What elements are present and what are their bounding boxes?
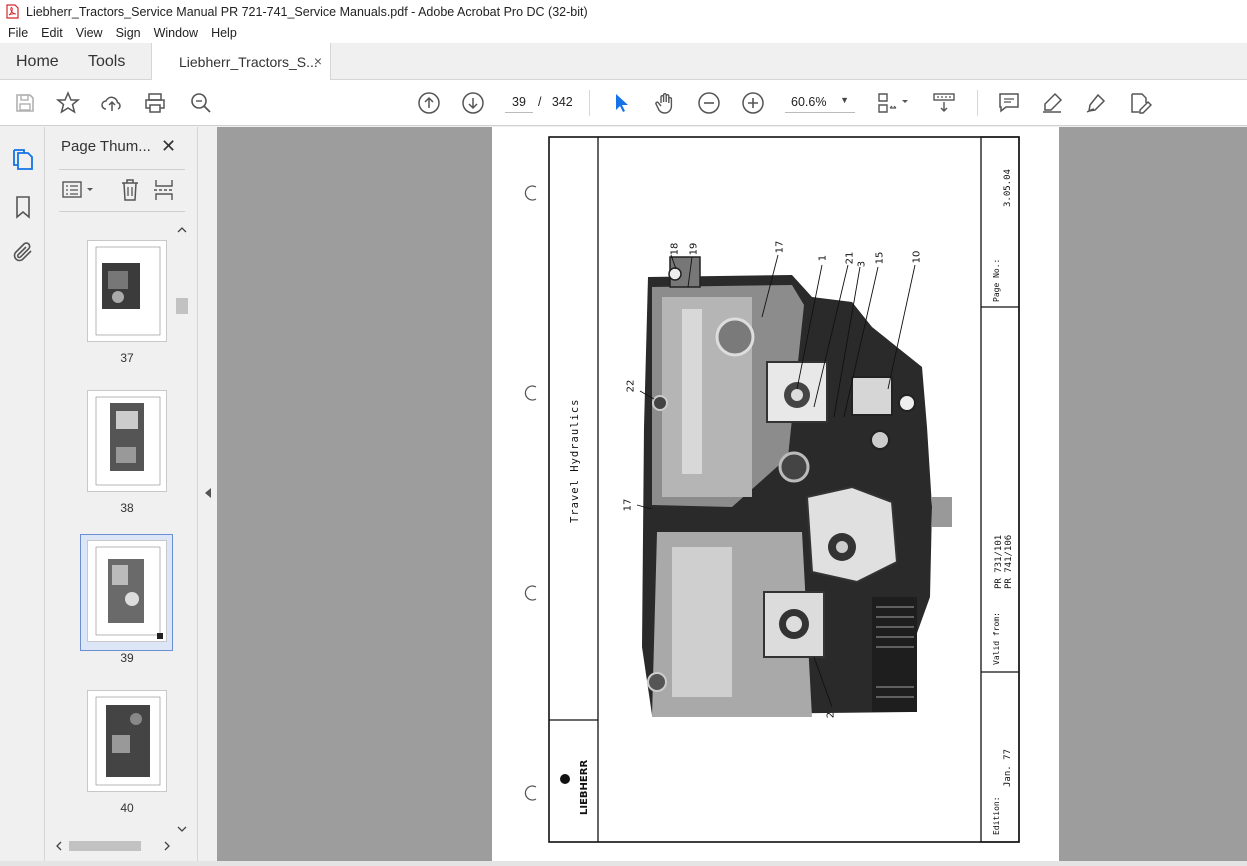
sign-pen-icon[interactable]: [1084, 91, 1108, 115]
next-page-icon[interactable]: [461, 91, 485, 115]
zoom-level-select[interactable]: 60.6% ▼: [785, 91, 855, 113]
chevron-down-icon: ▼: [840, 95, 849, 105]
model-line-1: PR 731/101: [994, 535, 1004, 589]
section-title: Travel Hydraulics: [569, 399, 581, 523]
manual-page-drawing: 18 19 17 1 21 3 15 10 22 17 2 Travel Hyd…: [524, 136, 1020, 843]
delete-trash-icon[interactable]: [119, 178, 141, 202]
callout-label: 19: [689, 243, 700, 256]
main-toolbar: 39 / 342 60.6% ▼: [0, 80, 1247, 126]
tab-tools[interactable]: Tools: [88, 53, 125, 71]
title-bar: Liebherr_Tractors_Service Manual PR 721-…: [0, 0, 1247, 23]
page-no-value: 3.05.04: [1003, 169, 1013, 207]
attachment-paperclip-icon[interactable]: [11, 240, 35, 264]
thumbnail-label: 38: [120, 501, 134, 515]
zoom-in-icon[interactable]: [741, 91, 765, 115]
page-fit-icon[interactable]: [876, 91, 910, 115]
upload-cloud-icon[interactable]: [100, 91, 124, 115]
tab-bar: Home Tools Liebherr_Tractors_S... ×: [0, 43, 1247, 80]
liebherr-logo-icon: [560, 774, 570, 784]
callout-label: 2: [826, 712, 837, 718]
menu-edit[interactable]: Edit: [41, 26, 63, 40]
acrobat-pdf-icon: [6, 4, 19, 19]
window-title: Liebherr_Tractors_Service Manual PR 721-…: [26, 4, 588, 19]
thumbnail-options-icon[interactable]: [61, 179, 97, 201]
page-total: 342: [551, 95, 573, 109]
edition-label: Edition:: [992, 796, 1001, 835]
toolbar-divider: [977, 90, 978, 116]
page-thumbnails-icon[interactable]: [11, 148, 35, 172]
select-cursor-icon[interactable]: [609, 91, 633, 115]
page-thumbnails-panel: Page Thum... ✕ 37 38 39 40: [45, 127, 197, 866]
panel-title: Page Thum...: [61, 138, 151, 155]
bookmark-star-icon[interactable]: [55, 91, 81, 115]
thumbnail-horizontal-scrollbar[interactable]: [53, 839, 173, 853]
edit-pdf-icon[interactable]: [1128, 91, 1153, 115]
callout-label: 21: [845, 252, 856, 265]
save-icon[interactable]: [13, 91, 37, 115]
thumbnail-preview: [95, 396, 161, 486]
panel-divider: [59, 211, 185, 212]
panel-divider: [59, 169, 185, 170]
panel-close-icon[interactable]: ✕: [161, 136, 176, 157]
split-page-icon[interactable]: [153, 178, 175, 202]
menu-bar: File Edit View Sign Window Help: [0, 23, 1247, 43]
callout-label: 15: [875, 252, 886, 265]
status-bar: [0, 861, 1247, 866]
zoom-level-value: 60.6%: [791, 94, 827, 109]
panel-collapse-handle[interactable]: [197, 127, 217, 866]
callout-label: 17: [775, 241, 786, 254]
valid-from-label: Valid from:: [992, 612, 1001, 665]
zoom-out-icon[interactable]: [697, 91, 721, 115]
menu-file[interactable]: File: [8, 26, 28, 40]
callout-label: 18: [670, 243, 681, 256]
tab-home[interactable]: Home: [16, 53, 59, 71]
callout-label: 1: [818, 255, 829, 261]
brand-logo-text: LIEBHERR: [579, 760, 590, 815]
previous-page-icon[interactable]: [417, 91, 441, 115]
menu-window[interactable]: Window: [154, 26, 198, 40]
hand-pan-icon[interactable]: [653, 91, 677, 115]
page-separator: /: [538, 95, 542, 109]
tab-document-label: Liebherr_Tractors_S...: [179, 53, 318, 70]
callout-label: 22: [626, 380, 637, 393]
menu-sign[interactable]: Sign: [116, 26, 141, 40]
thumbnail-page-39[interactable]: [87, 540, 167, 642]
menu-view[interactable]: View: [76, 26, 103, 40]
print-icon[interactable]: [143, 91, 167, 115]
callout-label: 17: [623, 499, 634, 512]
comment-icon[interactable]: [997, 91, 1021, 115]
bookmark-icon[interactable]: [11, 195, 35, 219]
menu-help[interactable]: Help: [211, 26, 237, 40]
thumbnail-label: 40: [120, 801, 134, 815]
collapse-arrow-icon[interactable]: [203, 487, 213, 499]
panel-toolbar: [59, 177, 185, 205]
tab-close-icon[interactable]: ×: [314, 53, 322, 69]
thumbnail-page-37[interactable]: [87, 240, 167, 342]
toolbar-divider: [589, 90, 590, 116]
pdf-page: 18 19 17 1 21 3 15 10 22 17 2 Travel Hyd…: [492, 127, 1059, 861]
tab-document[interactable]: Liebherr_Tractors_S... ×: [151, 43, 331, 80]
thumbnail-label: 37: [120, 351, 134, 365]
highlight-pen-icon[interactable]: [1040, 91, 1064, 115]
thumbnail-preview: [95, 696, 161, 786]
thumbnail-preview: [95, 246, 161, 336]
page-no-label: Page No.:: [992, 259, 1001, 302]
callout-label: 3: [857, 261, 868, 267]
scroll-mode-icon[interactable]: [932, 91, 956, 115]
callout-label: 10: [912, 251, 923, 264]
thumbnail-label: 39: [120, 651, 134, 665]
page-number-input[interactable]: 39: [505, 91, 533, 113]
thumbnail-preview: [95, 546, 163, 639]
thumbnail-vertical-scrollbar[interactable]: [175, 220, 189, 840]
document-viewport[interactable]: 18 19 17 1 21 3 15 10 22 17 2 Travel Hyd…: [217, 127, 1247, 861]
model-line-2: PR 741/106: [1004, 535, 1014, 589]
thumbnail-page-38[interactable]: [87, 390, 167, 492]
page-count: / 342: [538, 95, 573, 109]
navigation-rail: [0, 127, 45, 866]
zoom-search-icon[interactable]: [189, 91, 213, 115]
thumbnail-page-40[interactable]: [87, 690, 167, 792]
pump-photo: [642, 256, 952, 717]
edition-value: Jan. 77: [1003, 749, 1013, 787]
